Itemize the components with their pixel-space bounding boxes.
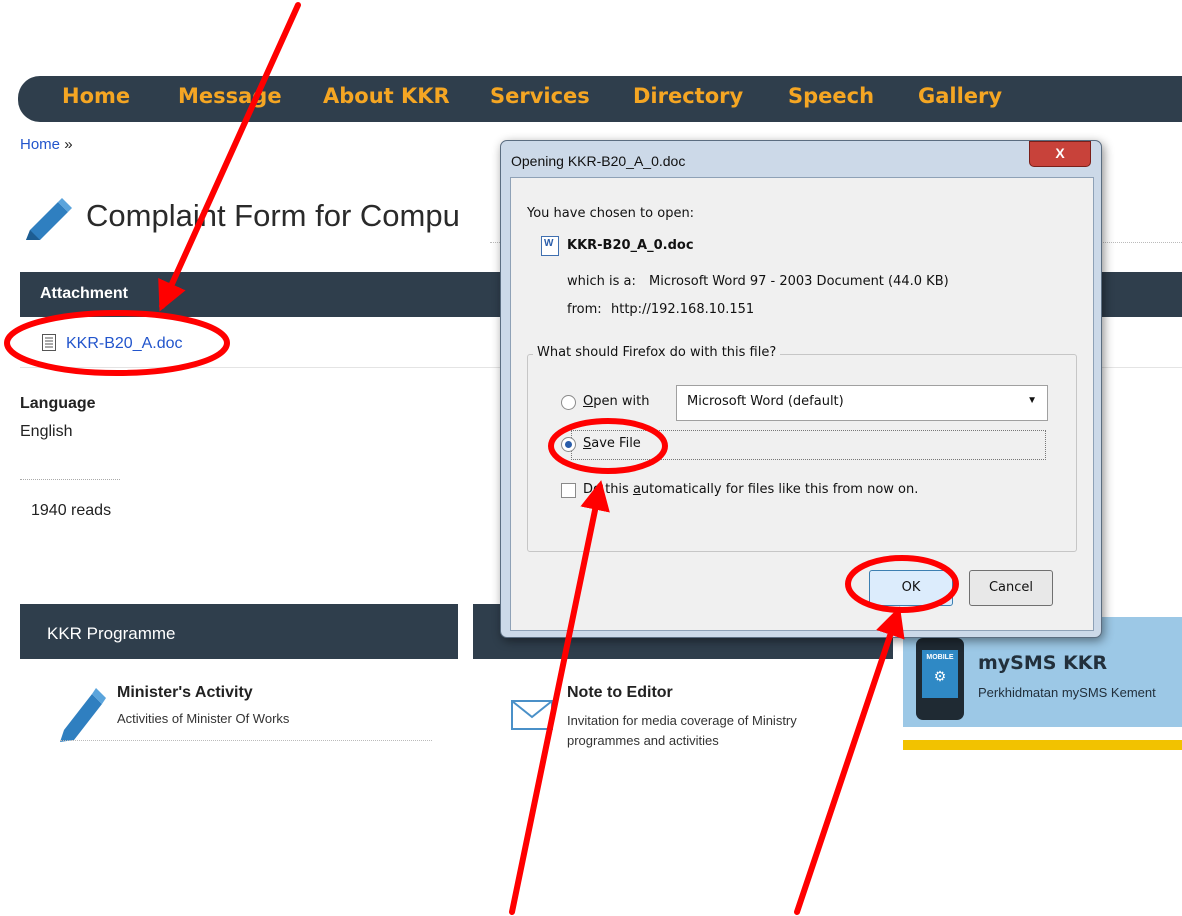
annotation-overlay xyxy=(4,2,959,915)
annotation-circle-attachment xyxy=(4,310,230,376)
annotation-circle-ok xyxy=(845,555,959,613)
annotation-circle-save-file xyxy=(548,418,668,474)
annotation-arrow-attachment xyxy=(158,2,301,312)
annotation-arrow-save-file xyxy=(509,480,610,915)
annotation-arrow-ok xyxy=(794,606,905,915)
